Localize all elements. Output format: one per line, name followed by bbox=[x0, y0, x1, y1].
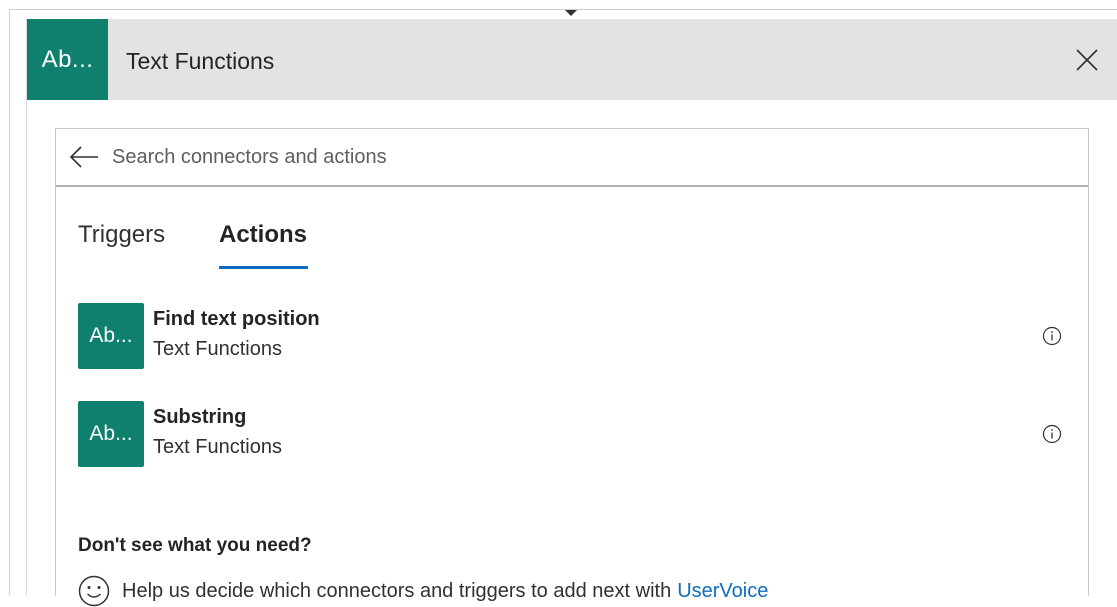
actions-list-container: Triggers Actions Ab... Find text positio… bbox=[55, 128, 1089, 607]
help-heading: Don't see what you need? bbox=[78, 535, 312, 556]
frame-left-border bbox=[9, 10, 10, 595]
connector-panel: Ab... Text Functions Triggers Actions Ab… bbox=[26, 19, 1117, 607]
action-item-substring[interactable]: Ab... Substring Text Functions bbox=[78, 401, 1078, 467]
action-connector-name: Text Functions bbox=[153, 338, 282, 360]
connector-logo-icon: Ab... bbox=[27, 19, 108, 100]
action-title: Substring bbox=[153, 406, 247, 428]
smile-icon bbox=[78, 575, 110, 607]
close-icon[interactable] bbox=[1075, 48, 1099, 72]
search-input[interactable] bbox=[112, 141, 1012, 173]
action-item-find-text-position[interactable]: Ab... Find text position Text Functions bbox=[78, 303, 1078, 369]
action-title: Find text position bbox=[153, 308, 320, 330]
feedback-text: Help us decide which connectors and trig… bbox=[122, 579, 672, 602]
tab-selected-indicator bbox=[219, 266, 308, 269]
search-bar bbox=[56, 129, 1088, 187]
caret-down-icon bbox=[565, 10, 577, 16]
tab-triggers[interactable]: Triggers bbox=[78, 221, 165, 249]
arrow-left-icon[interactable] bbox=[69, 145, 99, 169]
frame-top-border bbox=[9, 9, 1117, 10]
panel-title: Text Functions bbox=[126, 48, 275, 74]
info-icon[interactable] bbox=[1042, 424, 1062, 444]
uservoice-link[interactable]: UserVoice bbox=[677, 580, 768, 603]
feedback-row: Help us decide which connectors and trig… bbox=[78, 575, 768, 607]
action-connector-name: Text Functions bbox=[153, 436, 282, 458]
tab-actions[interactable]: Actions bbox=[219, 221, 307, 249]
connector-logo-icon: Ab... bbox=[78, 303, 144, 369]
info-icon[interactable] bbox=[1042, 326, 1062, 346]
panel-header: Ab... Text Functions bbox=[27, 19, 1117, 100]
connector-logo-icon: Ab... bbox=[78, 401, 144, 467]
